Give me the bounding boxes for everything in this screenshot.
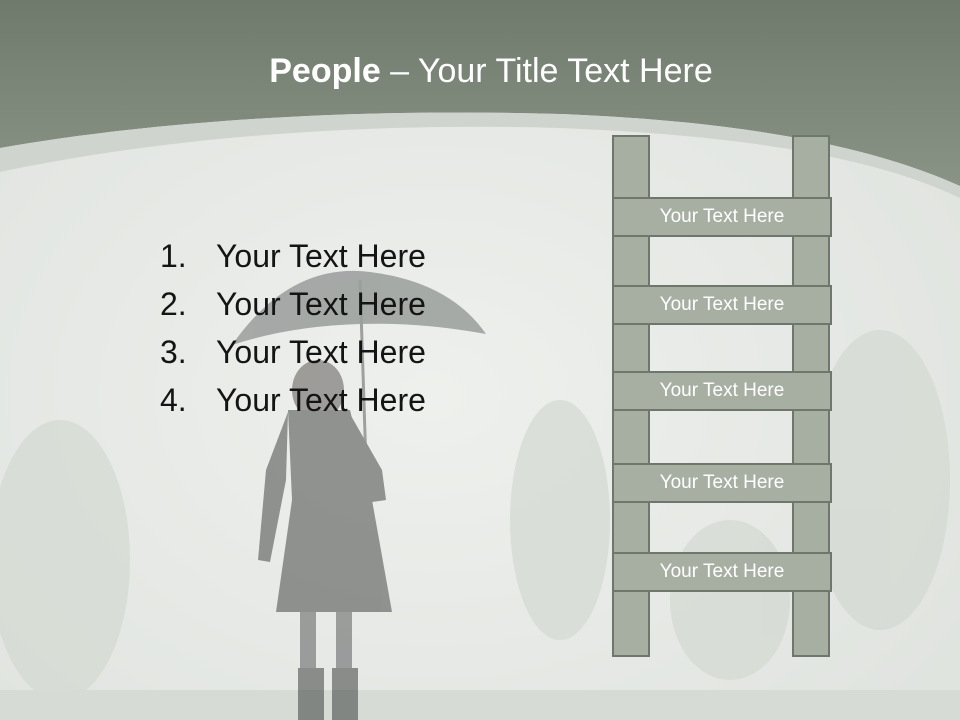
ladder-rung-5: Your Text Here <box>612 552 832 592</box>
slide: People – Your Title Text Here 1. Your Tex… <box>0 0 960 720</box>
ladder-rung-4: Your Text Here <box>612 463 832 503</box>
ladder-rung-2: Your Text Here <box>612 285 832 325</box>
ladder-rung-3: Your Text Here <box>612 371 832 411</box>
ladder-rung-1: Your Text Here <box>612 197 832 237</box>
ladder-diagram: Your Text Here Your Text Here Your Text … <box>0 0 960 720</box>
